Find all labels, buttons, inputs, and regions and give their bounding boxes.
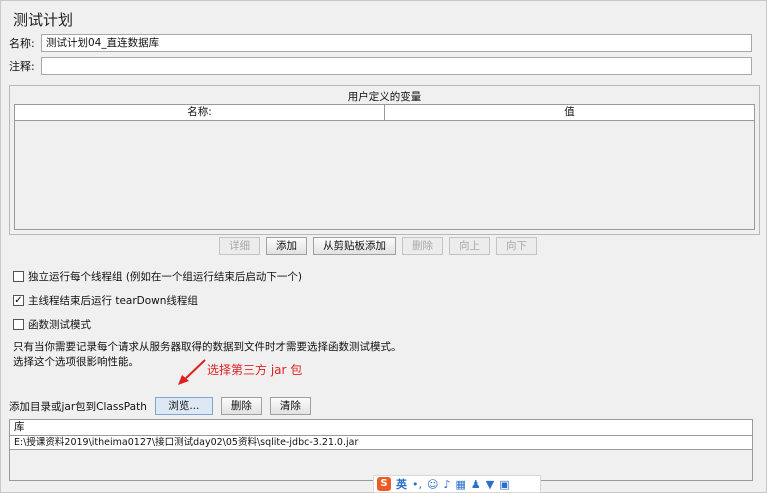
punctuation-icon[interactable]: •, bbox=[412, 478, 422, 491]
add-from-clipboard-button[interactable]: 从剪贴板添加 bbox=[313, 237, 396, 255]
functional-mode-note: 只有当你需要记录每个请求从服务器取得的数据到文件时才需要选择函数测试模式。 bbox=[13, 341, 402, 353]
comment-field[interactable] bbox=[41, 57, 752, 75]
library-table[interactable]: 库 E:\授课资料2019\itheima0127\接口测试day02\05资料… bbox=[9, 419, 753, 481]
comment-row: 注释: bbox=[9, 57, 752, 75]
name-row: 名称: 测试计划04_直连数据库 bbox=[9, 34, 752, 52]
emoji-icon[interactable]: ☺ bbox=[427, 478, 438, 491]
delete-classpath-button[interactable]: 删除 bbox=[220, 397, 262, 415]
variables-button-bar: 详细 添加 从剪贴板添加 删除 向上 向下 bbox=[219, 237, 537, 255]
library-header[interactable]: 库 bbox=[10, 420, 752, 436]
ime-language-toggle[interactable]: 英 bbox=[396, 476, 407, 492]
move-down-button[interactable]: 向下 bbox=[496, 237, 537, 255]
annotation-text: 选择第三方 jar 包 bbox=[207, 363, 303, 377]
clear-classpath-button[interactable]: 清除 bbox=[269, 397, 311, 415]
toolbox-icon[interactable]: ▣ bbox=[499, 478, 509, 491]
independent-threads-checkbox[interactable] bbox=[13, 271, 24, 282]
performance-note: 选择这个选项很影响性能。 bbox=[13, 356, 139, 368]
microphone-icon[interactable]: ♪ bbox=[443, 478, 450, 491]
teardown-option[interactable]: ✓ 主线程结束后运行 tearDown线程组 bbox=[13, 293, 198, 308]
teardown-checkbox[interactable]: ✓ bbox=[13, 295, 24, 306]
test-plan-panel: 测试计划 名称: 测试计划04_直连数据库 注释: 用户定义的变量 名称: 值 … bbox=[0, 0, 767, 493]
name-label: 名称: bbox=[9, 37, 35, 50]
functional-mode-option[interactable]: 函数测试模式 bbox=[13, 317, 91, 332]
functional-mode-label: 函数测试模式 bbox=[28, 319, 91, 331]
column-header-value[interactable]: 值 bbox=[385, 105, 754, 120]
classpath-label: 添加目录或jar包到ClassPath bbox=[9, 400, 147, 413]
detail-button[interactable]: 详细 bbox=[219, 237, 260, 255]
keyboard-icon[interactable]: ▦ bbox=[456, 478, 466, 491]
user-variables-caption: 用户定义的变量 bbox=[347, 91, 422, 103]
independent-threads-label: 独立运行每个线程组 (例如在一个组运行结束后启动下一个) bbox=[28, 271, 303, 283]
ime-toolbar[interactable]: S 英 •, ☺ ♪ ▦ ♟ ▼ ▣ bbox=[373, 475, 541, 493]
user-variables-table[interactable]: 名称: 值 bbox=[14, 104, 755, 230]
user-icon[interactable]: ♟ bbox=[471, 478, 481, 491]
sogou-logo-icon[interactable]: S bbox=[377, 477, 391, 491]
functional-mode-checkbox[interactable] bbox=[13, 319, 24, 330]
move-up-button[interactable]: 向上 bbox=[449, 237, 490, 255]
name-field[interactable]: 测试计划04_直连数据库 bbox=[41, 34, 752, 52]
teardown-label: 主线程结束后运行 tearDown线程组 bbox=[28, 295, 198, 307]
delete-variable-button[interactable]: 删除 bbox=[402, 237, 443, 255]
skin-icon[interactable]: ▼ bbox=[486, 478, 494, 491]
panel-title: 测试计划 bbox=[13, 11, 74, 29]
independent-threads-option[interactable]: 独立运行每个线程组 (例如在一个组运行结束后启动下一个) bbox=[13, 269, 302, 284]
library-row[interactable]: E:\授课资料2019\itheima0127\接口测试day02\05资料\s… bbox=[10, 436, 752, 450]
classpath-row: 添加目录或jar包到ClassPath 浏览... 删除 清除 bbox=[9, 397, 311, 415]
add-button[interactable]: 添加 bbox=[266, 237, 307, 255]
user-variables-section: 用户定义的变量 名称: 值 bbox=[9, 85, 760, 235]
column-header-name[interactable]: 名称: bbox=[15, 105, 385, 120]
browse-button[interactable]: 浏览... bbox=[154, 397, 213, 415]
table-header: 名称: 值 bbox=[15, 105, 754, 121]
comment-label: 注释: bbox=[9, 60, 35, 73]
